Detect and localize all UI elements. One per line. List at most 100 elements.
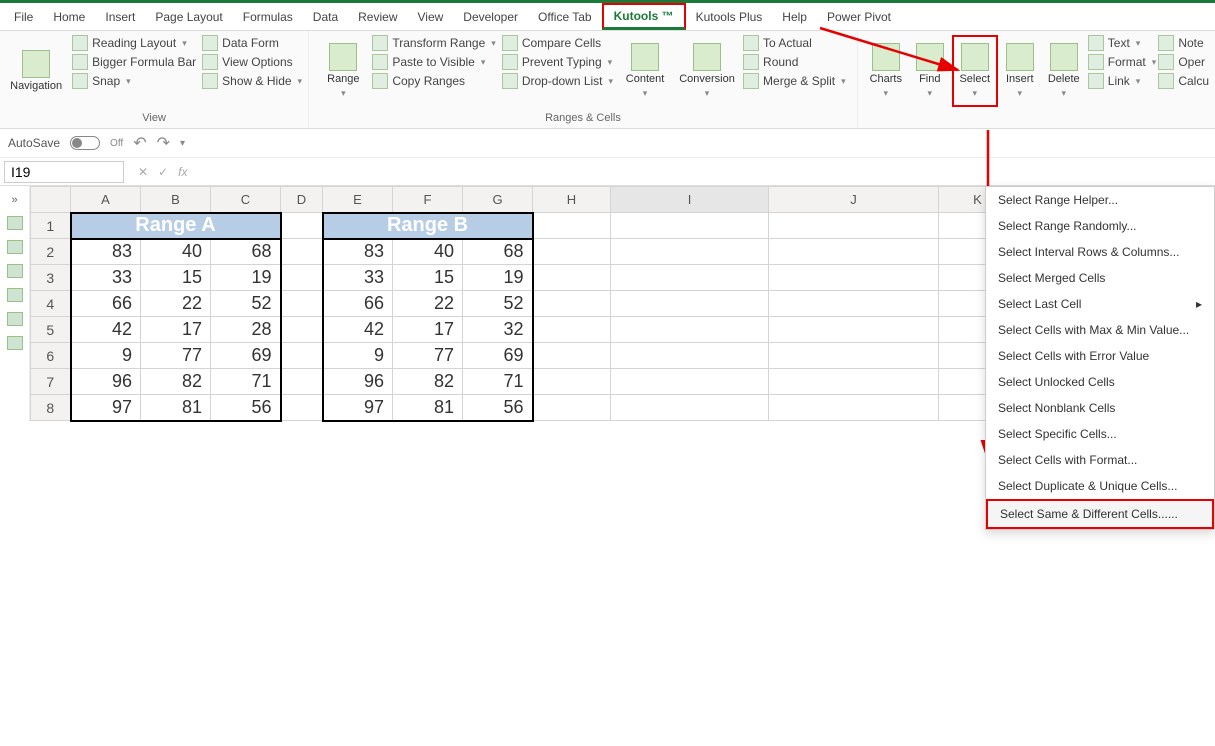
cell-c3[interactable]: 19 bbox=[211, 265, 281, 291]
side-icon-2[interactable] bbox=[7, 240, 23, 254]
cell-f2[interactable]: 40 bbox=[393, 239, 463, 265]
name-box[interactable] bbox=[4, 161, 124, 183]
paste-to-visible-button[interactable]: Paste to Visible bbox=[372, 54, 495, 70]
cell-i7[interactable] bbox=[611, 369, 769, 395]
cell-i5[interactable] bbox=[611, 317, 769, 343]
cell-c6[interactable]: 69 bbox=[211, 343, 281, 369]
cell-b6[interactable]: 77 bbox=[141, 343, 211, 369]
undo-icon[interactable]: ↶ bbox=[133, 133, 146, 153]
col-header-a[interactable]: A bbox=[71, 187, 141, 213]
side-icon-6[interactable] bbox=[7, 336, 23, 350]
tab-review[interactable]: Review bbox=[348, 6, 407, 28]
cell-h6[interactable] bbox=[533, 343, 611, 369]
cell-d1[interactable] bbox=[281, 213, 323, 239]
cell-a7[interactable]: 96 bbox=[71, 369, 141, 395]
range-b-header[interactable]: Range B bbox=[323, 213, 533, 239]
cell-g4[interactable]: 52 bbox=[463, 291, 533, 317]
cell-i3[interactable] bbox=[611, 265, 769, 291]
menu-item-6[interactable]: Select Cells with Error Value bbox=[986, 343, 1214, 369]
cell-d5[interactable] bbox=[281, 317, 323, 343]
menu-item-3[interactable]: Select Merged Cells bbox=[986, 265, 1214, 291]
cell-j7[interactable] bbox=[769, 369, 939, 395]
delete-button[interactable]: Delete▾ bbox=[1042, 35, 1086, 107]
link-button[interactable]: Link bbox=[1088, 73, 1157, 89]
cell-f7[interactable]: 82 bbox=[393, 369, 463, 395]
enter-formula-icon[interactable]: ✓ bbox=[158, 165, 168, 179]
note-button[interactable]: Note bbox=[1158, 35, 1209, 51]
cell-d2[interactable] bbox=[281, 239, 323, 265]
view-options-button[interactable]: View Options bbox=[202, 54, 302, 70]
tab-formulas[interactable]: Formulas bbox=[233, 6, 303, 28]
cell-c4[interactable]: 52 bbox=[211, 291, 281, 317]
cell-b4[interactable]: 22 bbox=[141, 291, 211, 317]
prevent-typing-button[interactable]: Prevent Typing bbox=[502, 54, 613, 70]
cell-h2[interactable] bbox=[533, 239, 611, 265]
col-header-i[interactable]: I bbox=[611, 187, 769, 213]
tab-power-pivot[interactable]: Power Pivot bbox=[817, 6, 901, 28]
content-button[interactable]: Content ▾ bbox=[619, 35, 671, 107]
tab-home[interactable]: Home bbox=[43, 6, 95, 28]
bigger-formula-bar-button[interactable]: Bigger Formula Bar bbox=[72, 54, 196, 70]
qat-customize-icon[interactable]: ▾ bbox=[180, 138, 185, 149]
cell-j2[interactable] bbox=[769, 239, 939, 265]
col-header-d[interactable]: D bbox=[281, 187, 323, 213]
menu-item-2[interactable]: Select Interval Rows & Columns... bbox=[986, 239, 1214, 265]
menu-item-4[interactable]: Select Last Cell▸ bbox=[986, 291, 1214, 317]
cell-j5[interactable] bbox=[769, 317, 939, 343]
tab-page-layout[interactable]: Page Layout bbox=[145, 6, 232, 28]
cell-i6[interactable] bbox=[611, 343, 769, 369]
cancel-formula-icon[interactable]: ✕ bbox=[138, 165, 148, 179]
cell-e8[interactable]: 97 bbox=[323, 395, 393, 421]
cell-a2[interactable]: 83 bbox=[71, 239, 141, 265]
row-header-6[interactable]: 6 bbox=[31, 343, 71, 369]
cell-g6[interactable]: 69 bbox=[463, 343, 533, 369]
text-button[interactable]: Text bbox=[1088, 35, 1157, 51]
cell-f6[interactable]: 77 bbox=[393, 343, 463, 369]
cell-c8[interactable]: 56 bbox=[211, 395, 281, 421]
cell-i8[interactable] bbox=[611, 395, 769, 421]
cell-j1[interactable] bbox=[769, 213, 939, 239]
tab-help[interactable]: Help bbox=[772, 6, 817, 28]
side-icon-3[interactable] bbox=[7, 264, 23, 278]
data-form-button[interactable]: Data Form bbox=[202, 35, 302, 51]
merge-split-button[interactable]: Merge & Split bbox=[743, 73, 846, 89]
cell-h5[interactable] bbox=[533, 317, 611, 343]
transform-range-button[interactable]: Transform Range bbox=[372, 35, 495, 51]
cell-i1[interactable] bbox=[611, 213, 769, 239]
cell-h4[interactable] bbox=[533, 291, 611, 317]
row-header-2[interactable]: 2 bbox=[31, 239, 71, 265]
charts-button[interactable]: Charts▾ bbox=[864, 35, 908, 107]
cell-h3[interactable] bbox=[533, 265, 611, 291]
cell-a3[interactable]: 33 bbox=[71, 265, 141, 291]
find-button[interactable]: Find▾ bbox=[910, 35, 950, 107]
cell-c2[interactable]: 68 bbox=[211, 239, 281, 265]
format-button[interactable]: Format bbox=[1088, 54, 1157, 70]
row-header-3[interactable]: 3 bbox=[31, 265, 71, 291]
menu-item-12[interactable]: Select Same & Different Cells...... bbox=[986, 499, 1214, 529]
side-icon-4[interactable] bbox=[7, 288, 23, 302]
cell-b2[interactable]: 40 bbox=[141, 239, 211, 265]
select-button[interactable]: Select▾ bbox=[952, 35, 998, 107]
tab-file[interactable]: File bbox=[4, 6, 43, 28]
conversion-button[interactable]: Conversion ▾ bbox=[677, 35, 737, 107]
tab-view[interactable]: View bbox=[408, 6, 454, 28]
cell-e3[interactable]: 33 bbox=[323, 265, 393, 291]
tab-office-tab[interactable]: Office Tab bbox=[528, 6, 602, 28]
col-header-g[interactable]: G bbox=[463, 187, 533, 213]
autosave-toggle[interactable] bbox=[70, 136, 100, 150]
expand-panel-icon[interactable]: » bbox=[11, 194, 17, 206]
cell-g8[interactable]: 56 bbox=[463, 395, 533, 421]
side-icon-1[interactable] bbox=[7, 216, 23, 230]
cell-b5[interactable]: 17 bbox=[141, 317, 211, 343]
cell-f3[interactable]: 15 bbox=[393, 265, 463, 291]
cell-i2[interactable] bbox=[611, 239, 769, 265]
to-actual-button[interactable]: To Actual bbox=[743, 35, 846, 51]
tab-kutools[interactable]: Kutools ™ bbox=[602, 3, 686, 30]
cell-a5[interactable]: 42 bbox=[71, 317, 141, 343]
tab-insert[interactable]: Insert bbox=[95, 6, 145, 28]
select-all-corner[interactable] bbox=[31, 187, 71, 213]
cell-d3[interactable] bbox=[281, 265, 323, 291]
cell-j4[interactable] bbox=[769, 291, 939, 317]
menu-item-8[interactable]: Select Nonblank Cells bbox=[986, 395, 1214, 421]
oper-button[interactable]: Oper bbox=[1158, 54, 1209, 70]
